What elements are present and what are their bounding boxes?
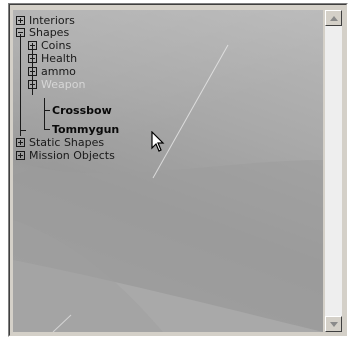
tree-panel: Interiors Shapes Coins Health ammo Weapo… <box>8 3 348 337</box>
tree-connector <box>20 130 26 131</box>
tree-item-label: Health <box>41 52 78 65</box>
tree-item-label: ammo <box>41 65 76 78</box>
tree-item-label: Mission Objects <box>29 149 115 162</box>
tree-item-label: Coins <box>41 39 72 52</box>
tree-item-label: Static Shapes <box>29 136 105 149</box>
tree-item-label: Weapon <box>41 78 86 91</box>
tree-connector <box>20 34 21 136</box>
plus-icon[interactable] <box>28 41 37 50</box>
scroll-down-button[interactable] <box>325 316 342 332</box>
vertical-scrollbar[interactable] <box>325 10 342 332</box>
tree-connector <box>44 98 45 129</box>
tree-connector <box>44 110 50 111</box>
minus-icon[interactable] <box>28 80 37 89</box>
tree-view[interactable]: Interiors Shapes Coins Health ammo Weapo… <box>13 10 323 332</box>
plus-icon[interactable] <box>28 54 37 63</box>
arrow-down-icon <box>330 322 338 327</box>
tree-item-label: Shapes <box>29 26 70 39</box>
plus-icon[interactable] <box>16 138 25 147</box>
tree-item-label: Crossbow <box>52 104 112 117</box>
scroll-up-button[interactable] <box>325 10 342 26</box>
plus-icon[interactable] <box>28 67 37 76</box>
plus-icon[interactable] <box>16 16 25 25</box>
mouse-pointer-icon <box>151 131 165 152</box>
tree-connector <box>44 129 50 130</box>
minus-icon[interactable] <box>16 28 25 37</box>
tree-item-label: Tommygun <box>52 123 120 136</box>
plus-icon[interactable] <box>16 151 25 160</box>
arrow-up-icon <box>330 16 338 21</box>
